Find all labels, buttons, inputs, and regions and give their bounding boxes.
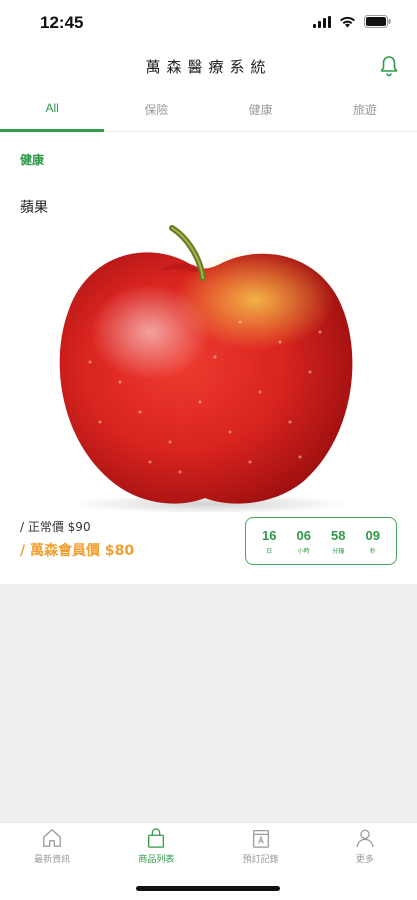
countdown-minutes: 58 分鐘 [323,528,353,555]
home-indicator [136,886,280,891]
tabbar-label-bookings: 預訂記錄 [242,855,279,865]
home-icon [43,829,62,847]
wifi-icon [340,16,355,27]
signal-icon [313,15,331,28]
countdown-days-unit: 日 [266,547,273,555]
status-bar: 12:45 [0,0,417,46]
calendar-icon [252,830,269,848]
tabbar-item-news[interactable]: 最新資訊 [0,823,104,900]
status-time: 12:45 [40,13,84,32]
countdown-minutes-value: 58 [331,527,346,543]
status-icons [313,15,391,28]
tabbar-label-more: 更多 [355,855,374,865]
person-icon [356,829,374,848]
countdown-hours-unit: 小時 [297,547,310,555]
countdown-hours-value: 06 [296,527,311,543]
member-price: / 萬森會員價 $80 [20,543,135,559]
tab-travel[interactable]: 旅遊 [313,92,417,131]
countdown-seconds-unit: 秒 [369,547,376,555]
countdown-hours: 06 小時 [289,528,319,555]
tabbar-label-products: 商品列表 [138,855,175,865]
category-tabs: All 保險 健康 旅遊 [0,92,417,132]
bell-icon[interactable] [377,54,401,78]
battery-icon [364,15,391,28]
tab-insurance[interactable]: 保險 [104,92,208,131]
bag-icon [148,828,165,848]
empty-list-area [0,584,417,822]
tab-all[interactable]: All [0,92,105,132]
countdown-timer: 16 日 06 小時 58 分鐘 09 秒 [245,517,397,565]
apple-image[interactable] [0,222,417,512]
countdown-seconds: 09 秒 [358,528,388,555]
normal-price: / 正常價 $90 [20,520,91,534]
app-header: 萬森醫療系統 [0,46,417,88]
tabbar-label-news: 最新資訊 [34,855,71,865]
app-title: 萬森醫療系統 [145,58,272,76]
countdown-minutes-unit: 分鐘 [332,547,345,555]
countdown-days: 16 日 [254,528,284,555]
product-name[interactable]: 蘋果 [20,197,48,217]
product-category: 健康 [20,153,45,167]
countdown-days-value: 16 [262,527,277,543]
tabbar-item-more[interactable]: 更多 [313,823,417,900]
countdown-seconds-value: 09 [365,527,380,543]
tab-health[interactable]: 健康 [209,92,313,131]
